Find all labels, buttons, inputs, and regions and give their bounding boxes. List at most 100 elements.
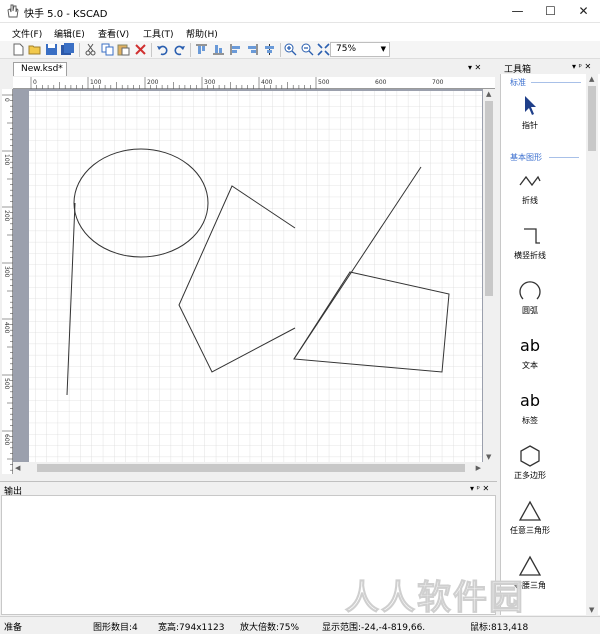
menu-tools[interactable]: 工具(T) xyxy=(143,27,174,40)
scroll-down-icon[interactable]: ▼ xyxy=(486,453,491,461)
menu-view[interactable]: 查看(V) xyxy=(98,27,129,40)
title-bar: 快手 5.0 - KSCAD — ☐ ✕ xyxy=(0,0,600,23)
scroll-down-icon[interactable]: ▼ xyxy=(589,606,594,614)
cut-icon[interactable] xyxy=(84,43,97,56)
menu-file[interactable]: 文件(F) xyxy=(12,27,42,40)
status-page-size: 宽高:794x1123 xyxy=(158,623,225,633)
toolbox-panel: 标准 指针 基本图形 折线 横竖折线 圆弧 ab 文本 ab 标签 正多边形 任… xyxy=(500,74,600,615)
paste-icon[interactable] xyxy=(117,43,130,56)
ruler-label: 200 xyxy=(3,210,10,222)
tool-label: 任意三角形 xyxy=(510,526,550,535)
toolbar-separator xyxy=(79,43,80,57)
copy-icon[interactable] xyxy=(101,43,114,56)
delete-icon[interactable] xyxy=(134,43,147,56)
toolbar-separator xyxy=(190,43,191,57)
scroll-right-icon[interactable]: ▶ xyxy=(476,464,481,472)
output-panel-controls[interactable]: ▾ ᵖ ✕ xyxy=(470,484,489,493)
tool-regular-polygon[interactable]: 正多边形 xyxy=(501,442,559,481)
toolbox-scroll-thumb[interactable] xyxy=(588,86,596,151)
orthogonal-polyline-icon xyxy=(524,228,540,244)
new-icon[interactable] xyxy=(12,43,25,56)
triangle-icon xyxy=(518,500,542,521)
menu-edit[interactable]: 编辑(E) xyxy=(54,27,85,40)
save-icon[interactable] xyxy=(45,43,58,56)
drawing-canvas[interactable] xyxy=(29,91,482,462)
drawing-page[interactable] xyxy=(29,91,482,462)
status-bar: 准备 图形数目:4 宽高:794x1123 放大倍数:75% 显示范围:-24,… xyxy=(0,616,600,634)
tab-controls[interactable]: ▾ ✕ xyxy=(468,63,481,72)
status-shape-count: 图形数目:4 xyxy=(93,623,138,633)
zoom-in-icon[interactable] xyxy=(284,43,297,56)
canvas-frame[interactable] xyxy=(13,89,483,462)
menu-help[interactable]: 帮助(H) xyxy=(186,27,218,40)
zoom-select[interactable]: 75% ▼ xyxy=(330,42,390,57)
ruler-label: 500 xyxy=(318,79,330,86)
tool-text[interactable]: ab 文本 xyxy=(501,332,559,371)
ruler-label: 400 xyxy=(261,79,273,86)
scroll-up-icon[interactable]: ▲ xyxy=(589,75,594,83)
vertical-ruler-ticks: 0 100 200 300 400 500 600 xyxy=(2,94,13,471)
tool-arc[interactable]: 圆弧 xyxy=(501,277,559,316)
section-divider xyxy=(549,157,579,158)
vertical-ruler: 0 100 200 300 400 500 600 xyxy=(2,89,13,474)
ruler-label: 0 xyxy=(33,79,37,86)
align-top-icon[interactable] xyxy=(195,43,208,56)
output-panel-header: 输出 ▾ ᵖ ✕ xyxy=(0,481,497,497)
close-button[interactable]: ✕ xyxy=(567,0,600,22)
save-all-icon[interactable] xyxy=(61,43,74,56)
toolbox-controls[interactable]: ▾ ᵖ ✕ xyxy=(572,62,591,71)
maximize-button[interactable]: ☐ xyxy=(534,0,567,22)
align-right-icon[interactable] xyxy=(246,43,259,56)
toolbox-scrollbar[interactable]: ▲ ▼ xyxy=(586,74,598,615)
zoom-out-icon[interactable] xyxy=(301,43,314,56)
tool-label-item[interactable]: ab 标签 xyxy=(501,387,559,426)
hexagon-icon xyxy=(520,445,540,467)
tool-polyline[interactable]: 折线 xyxy=(501,167,559,206)
zoom-value: 75% xyxy=(336,44,357,54)
horizontal-scrollbar[interactable]: ◀ ▶ xyxy=(13,462,483,474)
toolbar-separator xyxy=(280,43,281,57)
scroll-left-icon[interactable]: ◀ xyxy=(15,464,20,472)
toolbar-separator xyxy=(151,43,152,57)
undo-icon[interactable] xyxy=(156,43,169,56)
tool-label: 文本 xyxy=(522,361,538,370)
ruler-label: 400 xyxy=(3,322,10,334)
ruler-label: 300 xyxy=(204,79,216,86)
ruler-label: 300 xyxy=(3,266,10,278)
status-mouse: 鼠标:813,418 xyxy=(470,623,529,633)
tool-label: 圆弧 xyxy=(522,306,538,315)
text-icon: ab xyxy=(520,336,540,355)
align-left-icon[interactable] xyxy=(229,43,242,56)
tool-label: 横竖折线 xyxy=(514,251,546,260)
tool-label: 指针 xyxy=(522,121,538,130)
ruler-label: 200 xyxy=(147,79,159,86)
tool-pointer[interactable]: 指针 xyxy=(501,92,559,131)
ruler-label: 100 xyxy=(90,79,102,86)
ruler-label: 0 xyxy=(3,98,10,102)
tool-orthogonal-polyline[interactable]: 横竖折线 xyxy=(501,222,559,261)
horizontal-scroll-thumb[interactable] xyxy=(37,464,465,472)
ruler-label: 700 xyxy=(432,79,444,86)
tab-document[interactable]: New.ksd* xyxy=(13,62,67,76)
scroll-up-icon[interactable]: ▲ xyxy=(486,90,491,98)
status-ready: 准备 xyxy=(4,623,23,633)
align-bottom-icon[interactable] xyxy=(212,43,225,56)
redo-icon[interactable] xyxy=(173,43,186,56)
status-display-range: 显示范围:-24,-4-819,66. xyxy=(322,623,426,633)
minimize-button[interactable]: — xyxy=(501,0,534,22)
fit-icon[interactable] xyxy=(317,43,330,56)
window-title: 快手 5.0 - KSCAD xyxy=(24,9,108,20)
tool-label: 标签 xyxy=(522,416,538,425)
section-standard[interactable]: 标准 xyxy=(510,77,526,88)
menu-bar: 文件(F) 编辑(E) 查看(V) 工具(T) 帮助(H) xyxy=(0,23,600,41)
vertical-scrollbar[interactable]: ▲ ▼ xyxy=(483,89,495,462)
section-basic-shapes[interactable]: 基本图形 xyxy=(510,152,542,163)
watermark: 人人软件园 xyxy=(345,578,525,619)
tool-triangle[interactable]: 任意三角形 xyxy=(501,497,559,536)
open-icon[interactable] xyxy=(28,43,41,56)
ruler-label: 600 xyxy=(375,79,387,86)
pointer-icon xyxy=(525,96,536,115)
toolbar: 75% ▼ xyxy=(0,41,600,59)
align-center-icon[interactable] xyxy=(263,43,276,56)
vertical-scroll-thumb[interactable] xyxy=(485,101,493,296)
